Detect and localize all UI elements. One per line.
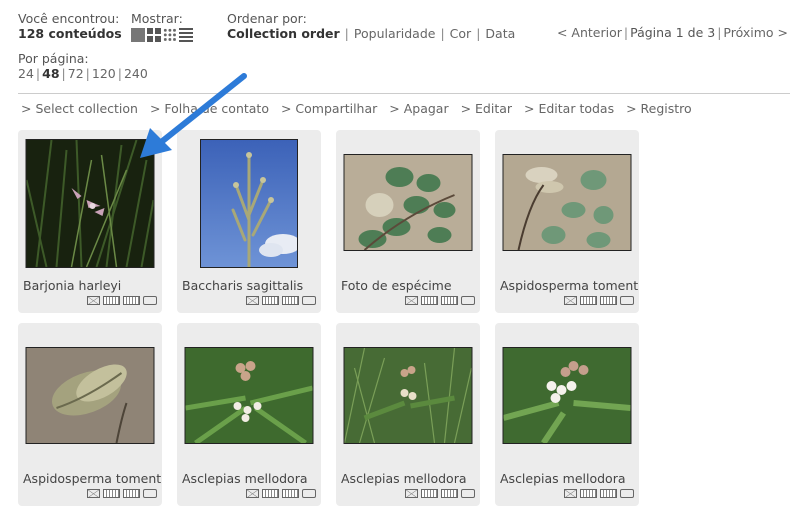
list-view-icon[interactable]: [179, 28, 193, 42]
thumbnail-white-flower-cluster[interactable]: [502, 347, 632, 444]
add-to-collection-icon[interactable]: [421, 489, 438, 498]
action-edit[interactable]: > Editar: [461, 101, 512, 116]
add-to-collection-icon[interactable]: [421, 296, 438, 305]
add-to-collection-icon[interactable]: [580, 489, 597, 498]
thumbnail-flower-buds-grass[interactable]: [343, 347, 473, 444]
remove-from-collection-icon[interactable]: [123, 296, 140, 305]
card-title[interactable]: Asclepias mellodora: [341, 471, 479, 486]
header-divider: [18, 93, 790, 94]
comment-icon[interactable]: [620, 489, 634, 498]
add-to-collection-icon[interactable]: [262, 296, 279, 305]
per-page-240[interactable]: 240: [124, 66, 148, 81]
resource-card[interactable]: Aspidosperma tomentosum: [495, 130, 639, 313]
resource-card[interactable]: Asclepias mellodora: [495, 323, 639, 506]
sort-option-popularity[interactable]: Popularidade: [354, 26, 436, 41]
remove-from-collection-icon[interactable]: [282, 489, 299, 498]
extra-small-thumbnails-icon[interactable]: [163, 28, 177, 42]
thumbnail-leaves-and-pods-on-sand[interactable]: [502, 154, 632, 251]
sort-option-date[interactable]: Data: [485, 26, 515, 41]
sort-selector: Ordenar por: Collection order | Popularida…: [227, 11, 516, 41]
card-title[interactable]: Aspidosperma tomentosum: [23, 471, 161, 486]
actions-bar: > Select collection > Folha de contato >…: [21, 101, 700, 116]
card-title[interactable]: Foto de espécime: [341, 278, 479, 293]
results-label: Você encontrou:: [18, 11, 120, 26]
display-label: Mostrar:: [131, 11, 183, 26]
thumbnail-seed-pod-on-ground[interactable]: [25, 347, 155, 444]
action-contact-sheet[interactable]: > Folha de contato: [150, 101, 269, 116]
results-summary: Você encontrou: 128 conteúdos: [18, 11, 122, 41]
page-info: Página 1 de 3: [630, 25, 716, 40]
display-selector: Mostrar:: [131, 11, 193, 42]
thumbnail-leaves-on-sand[interactable]: [343, 154, 473, 251]
email-icon[interactable]: [246, 489, 259, 498]
comment-icon[interactable]: [461, 296, 475, 305]
small-thumbnails-icon[interactable]: [131, 28, 145, 42]
add-to-collection-icon[interactable]: [103, 489, 120, 498]
email-icon[interactable]: [87, 296, 100, 305]
sort-label: Ordenar por:: [227, 11, 307, 26]
resource-card[interactable]: Baccharis sagittalis: [177, 130, 321, 313]
resource-card[interactable]: Asclepias mellodora: [336, 323, 480, 506]
resource-card[interactable]: Asclepias mellodora: [177, 323, 321, 506]
remove-from-collection-icon[interactable]: [282, 296, 299, 305]
card-title[interactable]: Aspidosperma tomentosum: [500, 278, 638, 293]
email-icon[interactable]: [564, 296, 577, 305]
comment-icon[interactable]: [620, 296, 634, 305]
thumbnail-orchid-dark-grass[interactable]: [25, 139, 155, 268]
action-share[interactable]: > Compartilhar: [281, 101, 377, 116]
action-delete[interactable]: > Apagar: [389, 101, 448, 116]
per-page-24[interactable]: 24: [18, 66, 34, 81]
email-icon[interactable]: [405, 489, 418, 498]
thumbnail-flower-cluster[interactable]: [184, 347, 314, 444]
email-icon[interactable]: [246, 296, 259, 305]
remove-from-collection-icon[interactable]: [600, 489, 617, 498]
large-thumbnails-icon[interactable]: [147, 28, 161, 42]
sort-option-color[interactable]: Cor: [450, 26, 472, 41]
results-count: 128 conteúdos: [18, 26, 122, 41]
remove-from-collection-icon[interactable]: [441, 489, 458, 498]
comment-icon[interactable]: [143, 489, 157, 498]
sort-option-collection-order[interactable]: Collection order: [227, 26, 340, 41]
card-title[interactable]: Barjonia harleyi: [23, 278, 161, 293]
card-title[interactable]: Asclepias mellodora: [182, 471, 320, 486]
per-page-48[interactable]: 48: [42, 66, 59, 81]
comment-icon[interactable]: [302, 489, 316, 498]
next-page-link[interactable]: Próximo >: [723, 25, 788, 40]
remove-from-collection-icon[interactable]: [600, 296, 617, 305]
remove-from-collection-icon[interactable]: [441, 296, 458, 305]
action-log[interactable]: > Registro: [626, 101, 692, 116]
per-page-120[interactable]: 120: [92, 66, 116, 81]
add-to-collection-icon[interactable]: [262, 489, 279, 498]
thumbnail-plant-blue-sky[interactable]: [200, 139, 298, 268]
per-page-label: Por página:: [18, 51, 89, 66]
prev-page-link[interactable]: < Anterior: [557, 25, 622, 40]
comment-icon[interactable]: [302, 296, 316, 305]
email-icon[interactable]: [564, 489, 577, 498]
card-title[interactable]: Baccharis sagittalis: [182, 278, 320, 293]
action-select-collection[interactable]: > Select collection: [21, 101, 138, 116]
resource-card[interactable]: Barjonia harleyi: [18, 130, 162, 313]
comment-icon[interactable]: [143, 296, 157, 305]
pagination: < Anterior | Página 1 de 3 | Próximo >: [556, 25, 788, 40]
add-to-collection-icon[interactable]: [103, 296, 120, 305]
resource-card[interactable]: Aspidosperma tomentosum: [18, 323, 162, 506]
add-to-collection-icon[interactable]: [580, 296, 597, 305]
card-title[interactable]: Asclepias mellodora: [500, 471, 638, 486]
remove-from-collection-icon[interactable]: [123, 489, 140, 498]
email-icon[interactable]: [87, 489, 100, 498]
resource-card[interactable]: Foto de espécime: [336, 130, 480, 313]
comment-icon[interactable]: [461, 489, 475, 498]
per-page-selector: Por página: 24 | 48 | 72 | 120 | 240: [18, 51, 148, 81]
per-page-72[interactable]: 72: [68, 66, 84, 81]
email-icon[interactable]: [405, 296, 418, 305]
action-edit-all[interactable]: > Editar todas: [524, 101, 614, 116]
